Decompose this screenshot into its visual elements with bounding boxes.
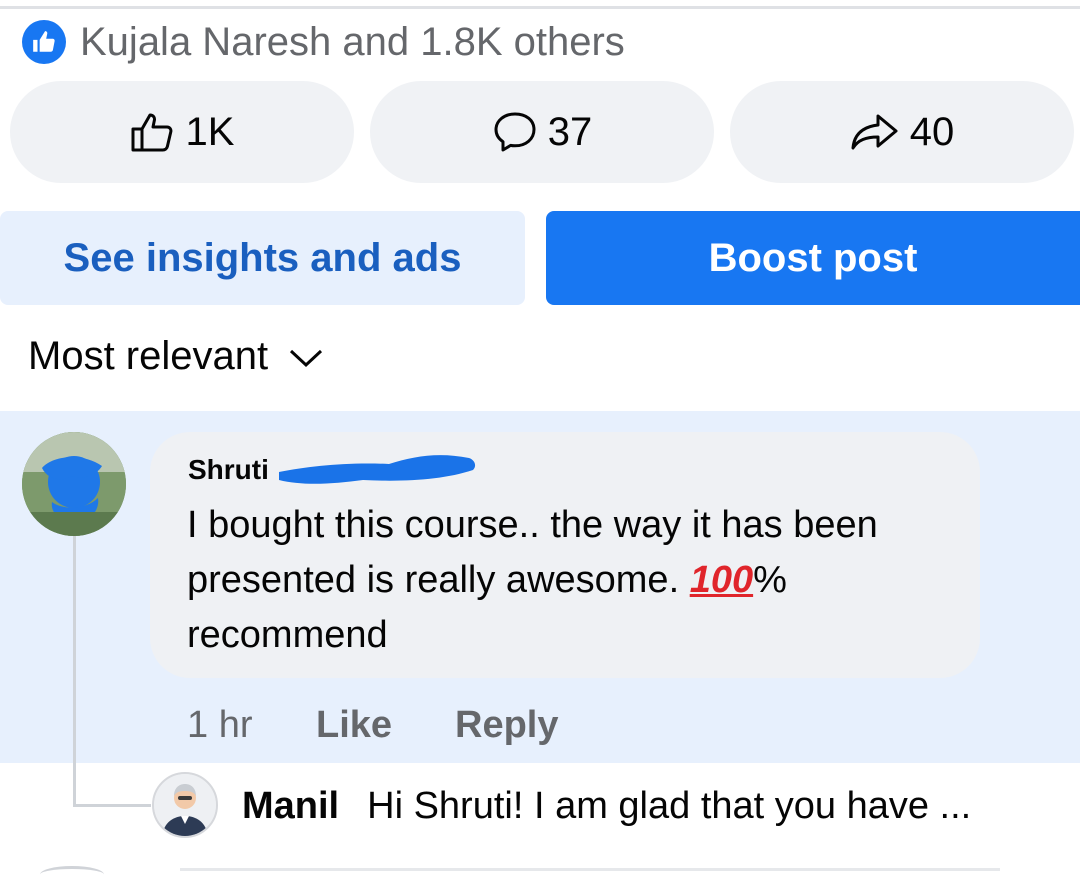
sort-label: Most relevant bbox=[28, 333, 269, 378]
comment-bubble[interactable]: Shruti I bought this course.. the way it… bbox=[150, 432, 980, 678]
thumbs-up-icon bbox=[130, 111, 176, 153]
thread-line-branch bbox=[73, 804, 151, 807]
like-badge-icon bbox=[22, 20, 66, 64]
reactions-text: Kujala Naresh and 1.8K others bbox=[80, 19, 625, 64]
divider bbox=[0, 6, 1080, 9]
share-button[interactable]: 40 bbox=[730, 81, 1074, 183]
see-insights-button[interactable]: See insights and ads bbox=[0, 211, 525, 305]
post-footer: Kujala Naresh and 1.8K others 1K 37 40 S… bbox=[0, 0, 1080, 878]
avatar[interactable] bbox=[152, 772, 218, 838]
like-count: 1K bbox=[185, 109, 235, 154]
comment-reply-button[interactable]: Reply bbox=[455, 700, 558, 750]
comment-like-button[interactable]: Like bbox=[316, 700, 392, 750]
comment-bubble-icon bbox=[492, 110, 538, 154]
reply-text: Hi Shruti! I am glad that you have ... bbox=[367, 784, 972, 827]
comment-author[interactable]: Shruti bbox=[188, 454, 269, 486]
boost-post-button[interactable]: Boost post bbox=[546, 211, 1080, 305]
comment-count: 37 bbox=[547, 109, 593, 154]
reply-author[interactable]: Manil bbox=[242, 785, 339, 828]
thread-line bbox=[73, 535, 76, 807]
chevron-down-icon bbox=[268, 334, 324, 379]
avatar[interactable] bbox=[22, 432, 126, 536]
share-count: 40 bbox=[909, 109, 955, 154]
comment-timestamp: 1 hr bbox=[187, 703, 253, 746]
reply-preview[interactable]: Manil Hi Shruti! I am glad that you have… bbox=[242, 780, 971, 832]
next-comment-edge bbox=[180, 868, 1000, 871]
like-button[interactable]: 1K bbox=[10, 81, 354, 183]
next-avatar-edge bbox=[40, 866, 104, 878]
hundred-points-icon: 100 bbox=[689, 559, 754, 601]
comment-text: I bought this course.. the way it has be… bbox=[187, 498, 967, 663]
comment-button[interactable]: 37 bbox=[370, 81, 714, 183]
redaction-scribble bbox=[279, 455, 476, 484]
share-arrow-icon bbox=[850, 112, 900, 152]
sort-dropdown[interactable]: Most relevant bbox=[28, 330, 324, 382]
reactions-summary[interactable]: Kujala Naresh and 1.8K others bbox=[22, 18, 625, 66]
